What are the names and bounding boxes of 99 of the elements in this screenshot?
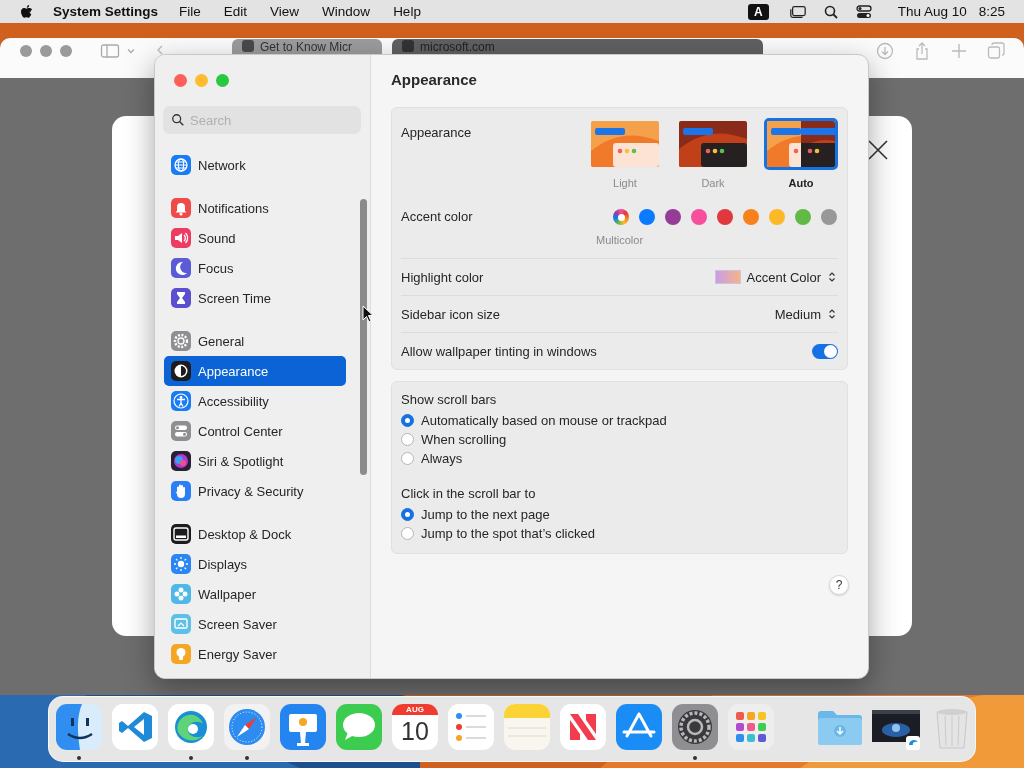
setting-label: Accent color: [401, 209, 473, 226]
menu-item[interactable]: File: [179, 4, 201, 19]
wave-browser-icon[interactable]: [166, 702, 216, 752]
sidebar-item[interactable]: Sound: [164, 223, 346, 253]
radio-label: Automatically based on mouse or trackpad: [421, 413, 667, 428]
radio-label: Jump to the next page: [421, 507, 550, 522]
appearance-option[interactable]: [764, 118, 838, 170]
radio-button[interactable]: [401, 452, 414, 465]
accent-swatch[interactable]: [691, 209, 707, 225]
accent-swatch[interactable]: [821, 209, 837, 225]
option-label: Auto: [788, 177, 814, 189]
up-down-chevron-icon: [828, 271, 836, 283]
sidebar-item[interactable]: Displays: [164, 549, 346, 579]
radio-label: When scrolling: [421, 432, 507, 447]
new-tab-icon[interactable]: [950, 42, 968, 60]
podium-icon[interactable]: [278, 702, 328, 752]
gradient-swatch-icon: [714, 270, 741, 284]
sidebar-item[interactable]: Accessibility: [164, 386, 346, 416]
menu-bar-time[interactable]: 8:25: [978, 4, 1005, 19]
app-menu[interactable]: System Settings: [53, 4, 159, 19]
chevron-down-icon[interactable]: [126, 46, 136, 56]
radio-button[interactable]: [401, 527, 414, 540]
accent-swatch[interactable]: [743, 209, 759, 225]
sidebar-item[interactable]: Wallpaper: [164, 579, 346, 609]
sidebar-item[interactable]: Focus: [164, 253, 346, 283]
sidebar-item[interactable]: Notifications: [164, 193, 346, 223]
share-icon[interactable]: [913, 42, 931, 60]
radio-label: Always: [421, 451, 463, 466]
accent-caption: Multicolor: [596, 234, 644, 246]
toggle-switch[interactable]: [812, 343, 838, 359]
window-control[interactable]: [60, 45, 72, 57]
menu-item[interactable]: View: [270, 4, 300, 19]
apple-logo-icon[interactable]: [19, 3, 33, 20]
sidebar-item[interactable]: Screen Saver: [164, 609, 346, 639]
menu-item[interactable]: Window: [322, 4, 371, 19]
calendar-icon[interactable]: AUG 10: [392, 704, 438, 750]
sidebar-item[interactable]: Network: [164, 150, 346, 180]
zoom-window-button[interactable]: [216, 74, 229, 87]
option-label: Dark: [701, 177, 725, 189]
highlight-color-select[interactable]: Accent Color: [714, 269, 838, 285]
accent-swatch[interactable]: [717, 209, 733, 225]
icon-size-select[interactable]: Medium: [774, 306, 838, 322]
news-icon[interactable]: [558, 702, 608, 752]
help-button[interactable]: ?: [829, 575, 849, 595]
accent-swatch[interactable]: [795, 209, 811, 225]
app-grid-icon[interactable]: [726, 702, 776, 752]
calendar-month: AUG: [392, 704, 438, 715]
menu-item[interactable]: Help: [393, 4, 421, 19]
radio-button[interactable]: [401, 433, 414, 446]
finder-icon[interactable]: [54, 702, 104, 752]
sidebar-item[interactable]: Desktop & Dock: [164, 519, 346, 549]
close-icon[interactable]: [868, 140, 888, 160]
search-icon: [171, 113, 185, 127]
minimize-window-button[interactable]: [195, 74, 208, 87]
download-icon[interactable]: [876, 42, 894, 60]
tab-overview-icon[interactable]: [987, 42, 1005, 60]
gear-icon[interactable]: [670, 702, 720, 752]
window-control[interactable]: [20, 45, 32, 57]
sidebar-icon[interactable]: [100, 43, 120, 59]
calendar-day: 10: [401, 715, 429, 747]
accent-swatch[interactable]: [769, 209, 785, 225]
mouse-pointer-icon: [362, 305, 374, 323]
up-down-chevron-icon: [828, 308, 836, 320]
setting-label: Appearance: [401, 125, 472, 142]
menu-bar-date[interactable]: Thu Aug 10: [897, 4, 967, 19]
back-icon[interactable]: [156, 45, 164, 55]
app-store-icon[interactable]: [614, 702, 664, 752]
radio-button[interactable]: [401, 508, 414, 521]
accent-swatch[interactable]: [665, 209, 681, 225]
page-title: Appearance: [391, 71, 478, 90]
setting-label: Highlight color: [401, 269, 484, 285]
accent-swatch[interactable]: [613, 209, 629, 225]
option-label: Light: [613, 177, 637, 189]
compass-icon[interactable]: [222, 702, 272, 752]
speech-bubble-icon[interactable]: [334, 702, 384, 752]
section-label: Click in the scroll bar to: [401, 486, 536, 501]
accent-swatch[interactable]: [639, 209, 655, 225]
sidebar-item[interactable]: General: [164, 326, 346, 356]
control-center-icon[interactable]: [854, 3, 873, 20]
scrollbar-thumb[interactable]: [360, 199, 367, 475]
appearance-option[interactable]: [676, 118, 750, 170]
sidebar-item[interactable]: Energy Saver: [164, 639, 346, 669]
sidebar-item[interactable]: Control Center: [164, 416, 346, 446]
sidebar-item[interactable]: Screen Time: [164, 283, 346, 313]
windows-icon[interactable]: [788, 3, 807, 20]
window-control[interactable]: [40, 45, 52, 57]
checklist-icon[interactable]: [446, 702, 496, 752]
menu-item[interactable]: Edit: [223, 4, 248, 19]
input-source-badge[interactable]: A: [748, 3, 769, 20]
section-label: Show scroll bars: [401, 392, 497, 407]
radio-label: Jump to the spot that’s clicked: [421, 526, 595, 541]
setting-label: Allow wallpaper tinting in windows: [401, 343, 597, 359]
sidebar-item[interactable]: Siri & Spotlight: [164, 446, 346, 476]
code-editor-icon[interactable]: [110, 702, 160, 752]
sidebar-item[interactable]: Appearance: [164, 356, 346, 386]
close-window-button[interactable]: [174, 74, 187, 87]
sidebar-item[interactable]: Privacy & Security: [164, 476, 346, 506]
setting-label: Sidebar icon size: [401, 306, 500, 322]
radio-button[interactable]: [401, 414, 414, 427]
